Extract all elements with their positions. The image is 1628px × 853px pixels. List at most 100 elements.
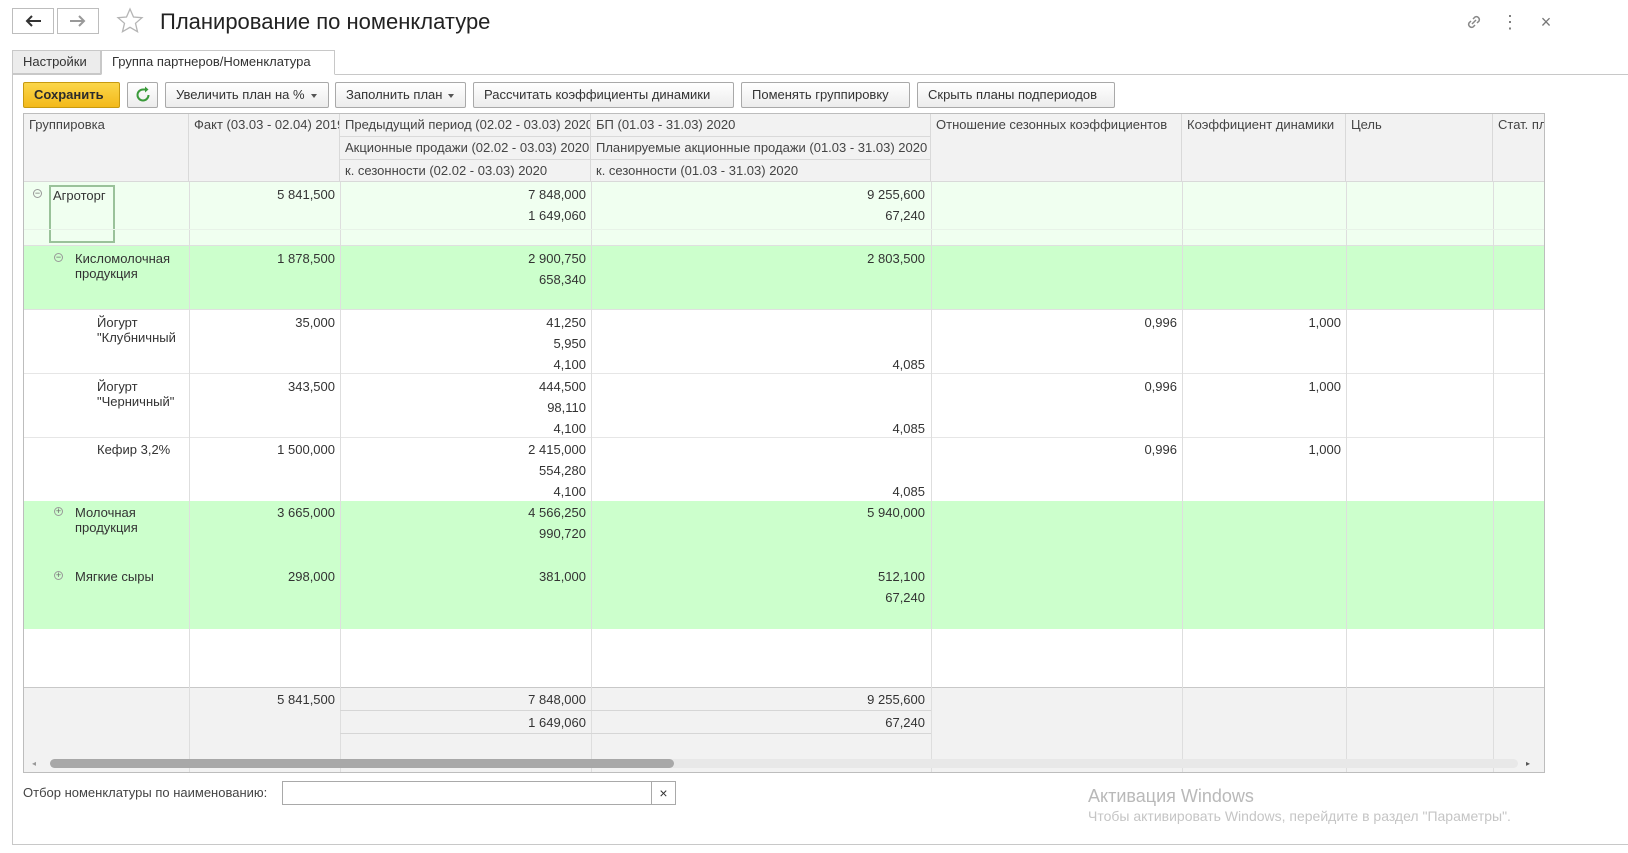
total-bp: 9 255,600 [867, 692, 925, 707]
header-dynamics[interactable]: Коэффициент динамики [1182, 114, 1346, 182]
prev-promo-value: 1 649,060 [528, 208, 586, 223]
dynamics-value: 1,000 [1308, 315, 1341, 330]
fact-value: 3 665,000 [277, 505, 335, 520]
column-divider [1182, 182, 1183, 772]
group-name-cell[interactable]: Агроторг [49, 185, 115, 243]
tab-settings[interactable]: Настройки [12, 50, 101, 74]
collapse-icon[interactable]: − [54, 253, 63, 262]
refresh-button[interactable] [127, 82, 158, 108]
bp-promo-value: 67,240 [885, 590, 925, 605]
bp-promo-value: 67,240 [885, 208, 925, 223]
fact-value: 5 841,500 [277, 187, 335, 202]
header-bp-season[interactable]: к. сезонности (01.03 - 31.03) 2020 [591, 160, 931, 182]
bp-value: 9 255,600 [867, 187, 925, 202]
header-bp-promo[interactable]: Планируемые акционные продажи (01.03 - 3… [591, 137, 931, 160]
season-ratio-value: 0,996 [1144, 379, 1177, 394]
filter-input[interactable] [282, 781, 652, 805]
horizontal-scrollbar[interactable] [50, 759, 1518, 768]
save-button[interactable]: Сохранить [23, 82, 120, 108]
group-name-cell[interactable]: Кисломолочная продукция [75, 251, 187, 281]
more-vertical-icon[interactable]: ⋮ [1498, 10, 1522, 34]
total-prev-promo: 1 649,060 [528, 715, 586, 730]
prev-value: 7 848,000 [528, 187, 586, 202]
prev-value: 2 900,750 [528, 251, 586, 266]
bp-value: 2 803,500 [867, 251, 925, 266]
collapse-icon[interactable]: − [33, 189, 42, 198]
total-fact: 5 841,500 [277, 692, 335, 707]
expand-icon[interactable]: + [54, 507, 63, 516]
header-grouping[interactable]: Группировка [24, 114, 189, 182]
calc-dynamics-button[interactable]: Рассчитать коэффициенты динамики [473, 82, 734, 108]
clear-icon[interactable]: × [651, 781, 676, 805]
fact-value: 298,000 [288, 569, 335, 584]
change-grouping-button[interactable]: Поменять группировку [741, 82, 910, 108]
column-divider [189, 182, 190, 772]
total-prev: 7 848,000 [528, 692, 586, 707]
increase-plan-label: Увеличить план на % [176, 87, 305, 102]
prev-season-value: 4,100 [553, 484, 586, 499]
dynamics-value: 1,000 [1308, 442, 1341, 457]
prev-value: 4 566,250 [528, 505, 586, 520]
prev-promo-value: 98,110 [547, 400, 586, 415]
header-target[interactable]: Цель [1346, 114, 1493, 182]
prev-season-value: 4,100 [553, 357, 586, 372]
item-name-cell[interactable]: Кефир 3,2% [97, 442, 187, 457]
row-separator [340, 710, 931, 711]
back-button[interactable] [12, 8, 54, 34]
bp-value: 5 940,000 [867, 505, 925, 520]
header-bp[interactable]: БП (01.03 - 31.03) 2020 [591, 114, 931, 137]
dropdown-arrow-icon [310, 93, 317, 98]
header-prev-season[interactable]: к. сезонности (02.02 - 03.03) 2020 [340, 160, 591, 182]
column-divider [591, 182, 592, 772]
forward-button[interactable] [57, 8, 99, 34]
dropdown-arrow-icon [448, 93, 455, 98]
group-name-cell[interactable]: Мягкие сыры [75, 569, 187, 584]
expand-icon[interactable]: + [54, 571, 63, 580]
prev-promo-value: 554,280 [539, 463, 586, 478]
prev-value: 2 415,000 [528, 442, 586, 457]
arrow-right-icon [70, 15, 86, 27]
prev-promo-value: 5,950 [553, 336, 586, 351]
scroll-right-arrow-icon[interactable]: ▸ [1526, 759, 1530, 768]
header-season-ratio[interactable]: Отношение сезонных коэффициентов [931, 114, 1182, 182]
dynamics-value: 1,000 [1308, 379, 1341, 394]
bp-season-value: 4,085 [892, 484, 925, 499]
column-divider [931, 182, 932, 772]
tab-partner-group-nomenclature[interactable]: Группа партнеров/Номенклатура [101, 50, 335, 75]
link-icon[interactable] [1462, 10, 1486, 34]
row-separator [24, 229, 1544, 230]
hide-subperiod-plans-button[interactable]: Скрыть планы подпериодов [917, 82, 1115, 108]
increase-plan-button[interactable]: Увеличить план на % [165, 82, 329, 108]
refresh-icon [136, 86, 149, 102]
column-divider [1493, 182, 1494, 772]
fill-plan-label: Заполнить план [346, 87, 443, 102]
column-divider [1346, 182, 1347, 772]
planning-table[interactable]: Группировка Факт (03.03 - 02.04) 2019 Пр… [23, 113, 1545, 773]
prev-promo-value: 990,720 [539, 526, 586, 541]
item-name-cell[interactable]: Йогурт "Черничный" [97, 379, 187, 409]
total-bp-promo: 67,240 [885, 715, 925, 730]
fill-plan-button[interactable]: Заполнить план [335, 82, 466, 108]
header-prev-promo[interactable]: Акционные продажи (02.02 - 03.03) 2020 [340, 137, 591, 160]
scroll-left-arrow-icon[interactable]: ◂ [32, 759, 36, 768]
header-prev-period[interactable]: Предыдущий период (02.02 - 03.03) 2020 [340, 114, 591, 137]
scrollbar-thumb[interactable] [50, 759, 674, 768]
star-icon[interactable] [116, 7, 144, 35]
arrow-left-icon [25, 15, 41, 27]
fact-value: 343,500 [288, 379, 335, 394]
fact-value: 35,000 [295, 315, 335, 330]
close-icon[interactable]: × [1534, 10, 1558, 34]
bp-season-value: 4,085 [892, 357, 925, 372]
prev-value: 444,500 [539, 379, 586, 394]
header-stat-plan[interactable]: Стат. пл [1493, 114, 1544, 182]
item-name-cell[interactable]: Йогурт "Клубничный [97, 315, 187, 345]
prev-season-value: 4,100 [553, 421, 586, 436]
fact-value: 1 878,500 [277, 251, 335, 266]
season-ratio-value: 0,996 [1144, 315, 1177, 330]
filter-label: Отбор номенклатуры по наименованию: [23, 785, 268, 800]
group-name-cell[interactable]: Молочная продукция [75, 505, 187, 535]
prev-promo-value: 658,340 [539, 272, 586, 287]
page-title: Планирование по номенклатуре [160, 9, 491, 34]
bp-value: 512,100 [878, 569, 925, 584]
header-fact[interactable]: Факт (03.03 - 02.04) 2019 [189, 114, 340, 182]
